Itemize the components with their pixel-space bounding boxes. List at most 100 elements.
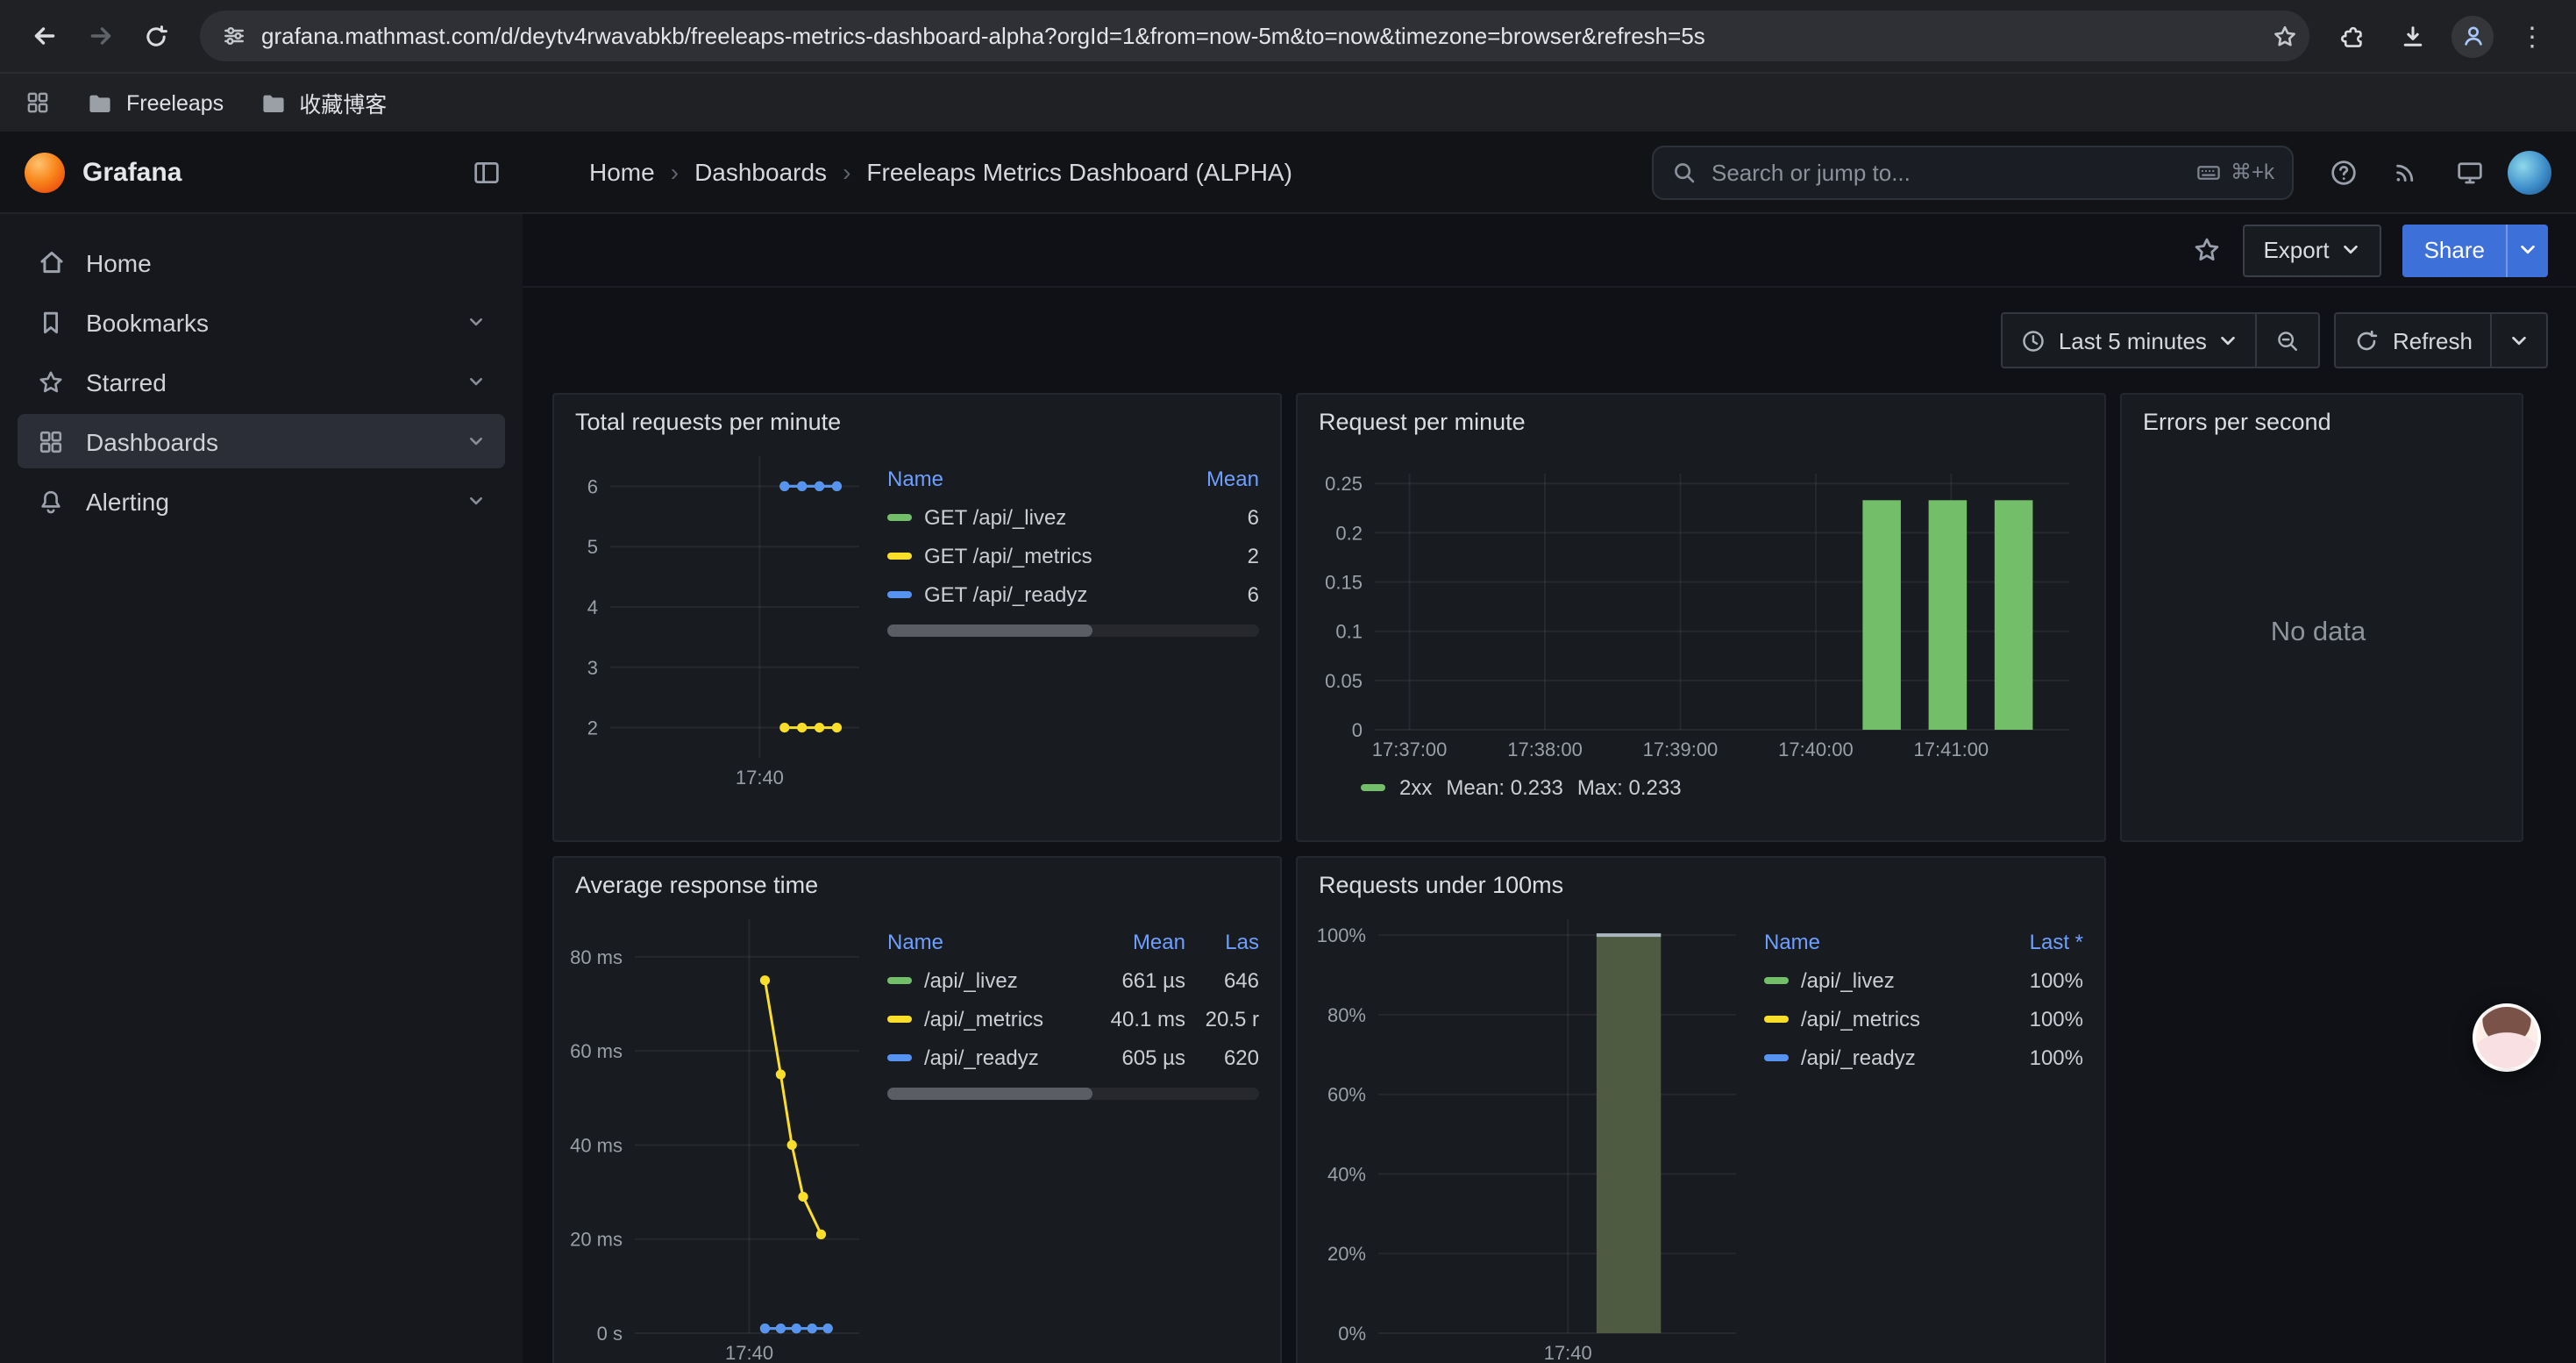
panel-title[interactable]: Total requests per minute bbox=[554, 395, 1280, 439]
legend-row[interactable]: /api/_metrics100% bbox=[1764, 1000, 2083, 1038]
bookmark-star-icon[interactable] bbox=[2271, 22, 2299, 50]
refresh-interval-button[interactable] bbox=[2490, 314, 2546, 367]
folder-icon bbox=[86, 89, 114, 117]
legend-scrollbar[interactable] bbox=[887, 1088, 1259, 1100]
sidebar-item-dashboards[interactable]: Dashboards bbox=[18, 414, 505, 468]
breadcrumb-dashboards[interactable]: Dashboards bbox=[694, 158, 827, 186]
browser-toolbar: ⋮ bbox=[0, 0, 2576, 72]
address-bar[interactable] bbox=[200, 11, 2309, 61]
reload-button[interactable] bbox=[130, 10, 182, 62]
assistant-avatar-widget[interactable] bbox=[2473, 1003, 2541, 1072]
bookmarks-bar: Freeleaps 收藏博客 bbox=[0, 72, 2576, 132]
breadcrumb-home[interactable]: Home bbox=[589, 158, 655, 186]
kebab-menu-icon: ⋮ bbox=[2511, 20, 2553, 52]
svg-text:0.2: 0.2 bbox=[1335, 522, 1363, 544]
refresh-button[interactable]: Refresh bbox=[2337, 314, 2490, 367]
grafana-logo[interactable] bbox=[25, 152, 65, 192]
svg-text:80%: 80% bbox=[1327, 1004, 1366, 1026]
total-requests-chart[interactable]: 2345617:40 bbox=[565, 439, 873, 796]
series-color-swatch bbox=[887, 1054, 912, 1061]
dashboard-actions-row: Export Share bbox=[523, 214, 2576, 288]
clock-icon bbox=[2020, 327, 2046, 353]
series-color-swatch bbox=[887, 514, 912, 521]
bookmark-freeleaps[interactable]: Freeleaps bbox=[86, 89, 224, 117]
kiosk-mode-button[interactable] bbox=[2444, 147, 2494, 196]
panel-average-response-time: Average response time 0 s20 ms40 ms60 ms… bbox=[552, 856, 1282, 1363]
time-range-picker[interactable]: Last 5 minutes bbox=[2003, 314, 2256, 367]
svg-text:40 ms: 40 ms bbox=[570, 1134, 623, 1156]
sidebar-item-label: Dashboards bbox=[86, 427, 218, 455]
user-avatar[interactable] bbox=[2508, 150, 2551, 194]
svg-text:17:39:00: 17:39:00 bbox=[1643, 739, 1719, 760]
chevron-down-icon[interactable] bbox=[465, 370, 487, 393]
legend-row[interactable]: /api/_readyz100% bbox=[1764, 1038, 2083, 1077]
forward-button[interactable] bbox=[74, 10, 126, 62]
series-color-swatch bbox=[887, 591, 912, 598]
svg-text:4: 4 bbox=[587, 596, 598, 618]
legend-row[interactable]: GET /api/_readyz6 bbox=[887, 575, 1259, 614]
export-button[interactable]: Export bbox=[2242, 224, 2381, 276]
star-icon bbox=[2191, 235, 2221, 265]
requests-under-100ms-chart[interactable]: 0%20%40%60%80%100%17:40 bbox=[1308, 902, 1750, 1363]
legend-row[interactable]: /api/_livez100% bbox=[1764, 961, 2083, 1000]
chevron-down-icon[interactable] bbox=[465, 430, 487, 453]
svg-text:60 ms: 60 ms bbox=[570, 1040, 623, 1062]
bookmark-blog-folder[interactable]: 收藏博客 bbox=[259, 86, 387, 119]
series-color-swatch bbox=[1764, 977, 1789, 984]
series-color-swatch bbox=[887, 977, 912, 984]
svg-text:0: 0 bbox=[1352, 719, 1363, 741]
search-box[interactable]: ⌘+k bbox=[1652, 145, 2294, 199]
panel-title[interactable]: Errors per second bbox=[2122, 395, 2522, 439]
mega-menu-toggle[interactable] bbox=[472, 157, 502, 187]
sidebar-item-bookmarks[interactable]: Bookmarks bbox=[18, 295, 505, 349]
panel-title[interactable]: Request per minute bbox=[1298, 395, 2104, 439]
series-color-swatch bbox=[887, 1016, 912, 1023]
svg-text:100%: 100% bbox=[1317, 924, 1366, 946]
time-range-group: Last 5 minutes bbox=[2001, 312, 2321, 368]
favorite-dashboard-button[interactable] bbox=[2191, 235, 2221, 265]
svg-text:17:40: 17:40 bbox=[725, 1342, 773, 1363]
chevron-down-icon[interactable] bbox=[465, 310, 487, 333]
legend-header: NameMeanLas bbox=[887, 923, 1259, 961]
profile-button[interactable] bbox=[2446, 10, 2499, 62]
apps-grid-icon[interactable] bbox=[25, 89, 51, 116]
star-icon bbox=[35, 368, 67, 396]
average-response-time-chart[interactable]: 0 s20 ms40 ms60 ms80 ms17:40 bbox=[565, 902, 873, 1363]
zoom-out-time-button[interactable] bbox=[2256, 314, 2319, 367]
keyboard-icon bbox=[2195, 159, 2222, 185]
forward-icon bbox=[85, 21, 115, 51]
share-menu-button[interactable] bbox=[2506, 224, 2548, 276]
breadcrumb-separator: › bbox=[671, 158, 679, 186]
chevron-down-icon bbox=[2509, 331, 2529, 350]
panel-title[interactable]: Average response time bbox=[554, 858, 1280, 902]
site-info-icon[interactable] bbox=[221, 23, 247, 49]
dashboard-grid: Total requests per minute 2345617:40 Nam… bbox=[523, 368, 2576, 1363]
search-input[interactable] bbox=[1711, 159, 2181, 185]
person-icon bbox=[2459, 23, 2486, 49]
legend-scrollbar[interactable] bbox=[887, 624, 1259, 637]
legend-row[interactable]: GET /api/_metrics2 bbox=[887, 537, 1259, 575]
chevron-down-icon[interactable] bbox=[465, 489, 487, 512]
refresh-group: Refresh bbox=[2335, 312, 2548, 368]
series-max: Max: 0.233 bbox=[1577, 775, 1682, 800]
legend-row[interactable]: GET /api/_livez6 bbox=[887, 498, 1259, 537]
panel-title[interactable]: Requests under 100ms bbox=[1298, 858, 2104, 902]
downloads-button[interactable] bbox=[2387, 10, 2439, 62]
help-button[interactable] bbox=[2318, 147, 2367, 196]
legend-row[interactable]: /api/_readyz605 µs620 bbox=[887, 1038, 1259, 1077]
url-input[interactable] bbox=[261, 23, 2257, 49]
sidebar-item-home[interactable]: Home bbox=[18, 235, 505, 289]
legend-header: NameMean bbox=[887, 460, 1259, 498]
news-button[interactable] bbox=[2381, 147, 2430, 196]
browser-menu-button[interactable]: ⋮ bbox=[2506, 10, 2558, 62]
legend-row[interactable]: /api/_livez661 µs646 bbox=[887, 961, 1259, 1000]
request-per-minute-chart[interactable]: 00.050.10.150.20.2517:37:0017:38:0017:39… bbox=[1312, 439, 2083, 768]
sidebar-item-starred[interactable]: Starred bbox=[18, 354, 505, 409]
legend-table: NameLast */api/_livez100%/api/_metrics10… bbox=[1750, 923, 2087, 1363]
share-button[interactable]: Share bbox=[2403, 224, 2506, 276]
legend-row[interactable]: /api/_metrics40.1 ms20.5 r bbox=[887, 1000, 1259, 1038]
legend-item-2xx[interactable]: 2xx Mean: 0.233 Max: 0.233 bbox=[1312, 768, 2083, 800]
sidebar-item-alerting[interactable]: Alerting bbox=[18, 474, 505, 528]
extensions-button[interactable] bbox=[2327, 10, 2380, 62]
back-button[interactable] bbox=[18, 10, 70, 62]
